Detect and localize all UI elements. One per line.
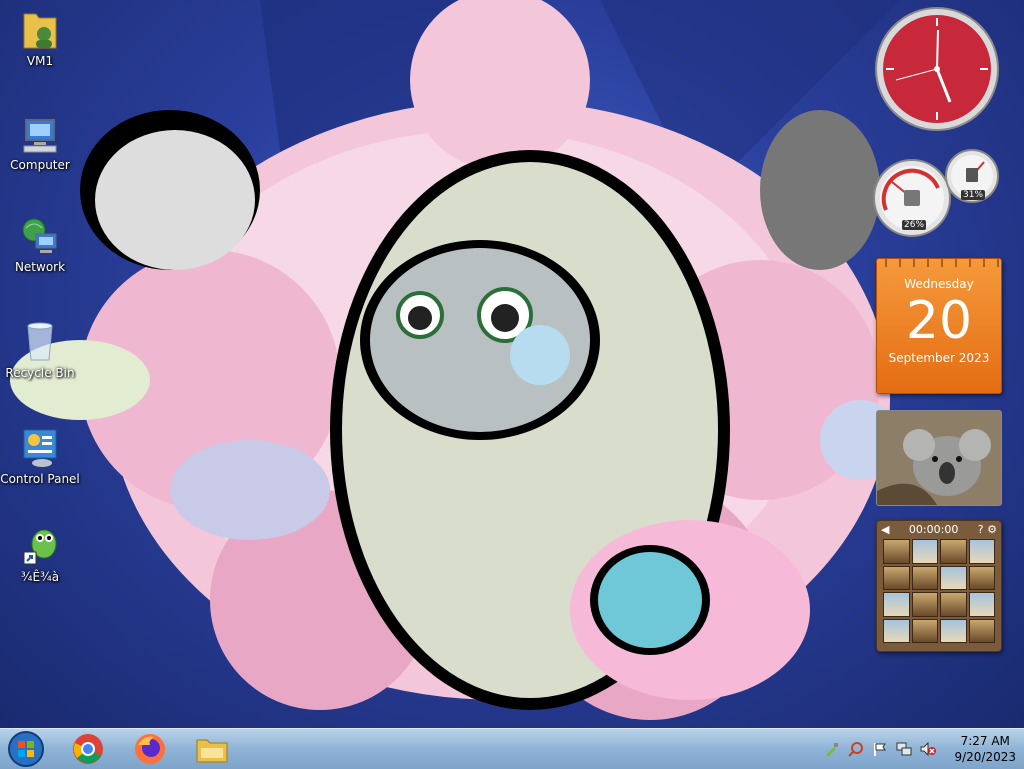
puzzle-tile[interactable]: [911, 592, 938, 617]
puzzle-tile[interactable]: [883, 592, 910, 617]
control-panel-icon: [23, 429, 57, 467]
desktop-icon-network[interactable]: Network: [0, 216, 80, 274]
puzzle-timer: 00:00:00: [908, 522, 959, 536]
desktop-icon-app-shortcut[interactable]: ¾Ê¾à: [0, 524, 80, 584]
puzzle-back-icon[interactable]: ◀: [881, 523, 889, 536]
puzzle-tile[interactable]: [968, 618, 995, 643]
network-status-icon[interactable]: [896, 741, 912, 757]
desktop-icon-label: VM1: [26, 54, 54, 68]
search-icon[interactable]: [848, 741, 864, 757]
calendar-gadget[interactable]: Wednesday 20 September 2023: [876, 258, 1002, 394]
calendar-day: 20: [905, 291, 973, 351]
puzzle-tile[interactable]: [940, 618, 967, 643]
desktop-icon-computer[interactable]: Computer: [0, 114, 80, 172]
analog-clock-face: [875, 7, 999, 131]
start-button[interactable]: [4, 731, 48, 767]
taskbar-firefox-button[interactable]: [124, 731, 176, 767]
action-center-flag-icon[interactable]: [872, 741, 888, 757]
network-icon: [22, 218, 57, 253]
puzzle-header: ◀ 00:00:00 ? ⚙: [877, 521, 1001, 537]
puzzle-tile[interactable]: [940, 565, 967, 590]
picture-puzzle-gadget[interactable]: ◀ 00:00:00 ? ⚙: [876, 520, 1002, 652]
puzzle-tile[interactable]: [968, 565, 995, 590]
volume-muted-icon[interactable]: [920, 741, 937, 757]
system-tray: 7:27 AM 9/20/2023: [820, 729, 1016, 769]
desktop: VM1 Computer Network Recycle Bin Control…: [0, 0, 1024, 728]
calendar-rings: [877, 259, 1001, 267]
desktop-icon-label: Network: [14, 260, 66, 274]
desktop-icon-label: Computer: [10, 158, 70, 172]
cpu-meter-gadget[interactable]: 26% 31%: [872, 148, 1002, 238]
file-explorer-icon: [196, 739, 228, 763]
puzzle-tile[interactable]: [883, 565, 910, 590]
puzzle-tile[interactable]: [940, 539, 967, 564]
desktop-icon-label: Control Panel: [0, 472, 80, 486]
taskbar-explorer-button[interactable]: [186, 731, 238, 767]
calendar-month-year: September 2023: [888, 351, 990, 365]
clock-gadget[interactable]: [874, 6, 1000, 132]
taskbar-chrome-button[interactable]: [62, 731, 114, 767]
app-shortcut-icon: [23, 529, 57, 565]
desktop-icon-label: Recycle Bin: [5, 366, 75, 380]
puzzle-tile[interactable]: [911, 618, 938, 643]
puzzle-tile[interactable]: [911, 539, 938, 564]
taskbar: 7:27 AM 9/20/2023: [0, 728, 1024, 769]
puzzle-grid: [883, 539, 995, 643]
puzzle-help-icon[interactable]: ? ⚙: [978, 523, 997, 536]
slideshow-gadget[interactable]: [876, 410, 1002, 506]
cpu-usage-percent: 26%: [902, 220, 927, 230]
taskbar-clock[interactable]: 7:27 AM 9/20/2023: [954, 733, 1016, 765]
pen-tool-icon[interactable]: [824, 741, 840, 757]
desktop-icon-control-panel[interactable]: Control Panel: [0, 426, 80, 486]
calendar-weekday: Wednesday: [904, 277, 974, 291]
computer-icon: [23, 119, 57, 153]
user-folder-icon: [23, 13, 57, 49]
puzzle-tile[interactable]: [911, 565, 938, 590]
puzzle-tile[interactable]: [883, 539, 910, 564]
chrome-icon: [73, 734, 103, 764]
memory-usage-percent: 31%: [961, 190, 986, 200]
desktop-icon-vm1[interactable]: VM1: [0, 6, 80, 68]
koala-photo: [877, 411, 1001, 505]
puzzle-tile[interactable]: [940, 592, 967, 617]
taskbar-date: 9/20/2023: [954, 750, 1016, 764]
recycle-bin-icon: [27, 322, 53, 361]
puzzle-tile[interactable]: [968, 539, 995, 564]
firefox-icon: [135, 734, 165, 764]
puzzle-tile[interactable]: [883, 618, 910, 643]
wallpaper: [10, 0, 900, 720]
puzzle-tile[interactable]: [968, 592, 995, 617]
taskbar-time: 7:27 AM: [960, 734, 1010, 748]
desktop-icon-recycle-bin[interactable]: Recycle Bin: [0, 320, 80, 380]
windows-start-icon: [8, 731, 44, 767]
desktop-icon-label: ¾Ê¾à: [20, 570, 60, 584]
